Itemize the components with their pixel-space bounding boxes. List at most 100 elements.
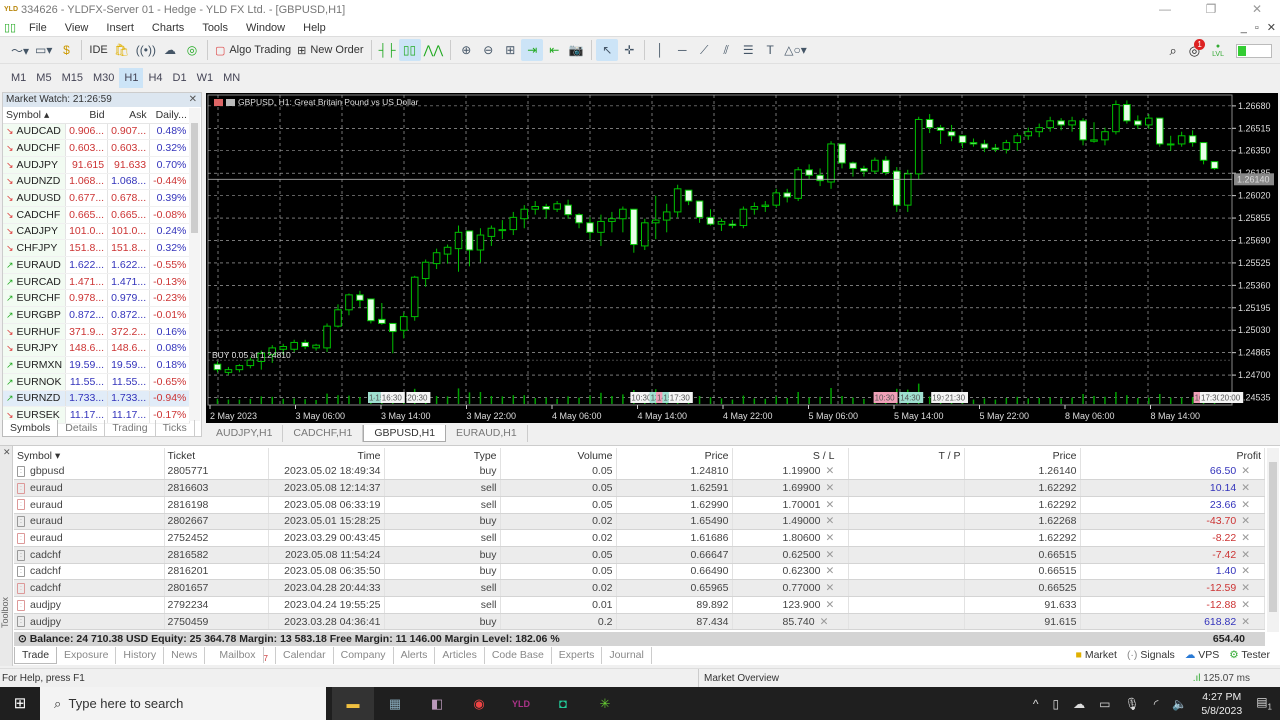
vps-cloud-icon[interactable]: ☁ xyxy=(159,39,181,61)
column-header-price[interactable]: Price xyxy=(616,448,733,463)
close-position-icon[interactable]: ✕ xyxy=(1241,565,1250,577)
tab-details[interactable]: Details xyxy=(58,420,106,437)
take-profit[interactable] xyxy=(848,613,965,631)
close-icon[interactable]: ✕ xyxy=(3,447,11,458)
tab-experts[interactable]: Experts xyxy=(552,647,603,664)
tile-windows-icon[interactable]: ⊞ xyxy=(499,39,521,61)
tab-mailbox[interactable]: Mailbox 7 xyxy=(205,647,276,664)
onedrive-icon[interactable]: ☁ xyxy=(1073,697,1085,711)
tab-alerts[interactable]: Alerts xyxy=(394,647,436,664)
tab-exposure[interactable]: Exposure xyxy=(57,647,117,664)
timeframe-m15[interactable]: M15 xyxy=(57,68,88,88)
chart-tab-cadchf[interactable]: CADCHF,H1 xyxy=(283,425,364,442)
tab-trading[interactable]: Trading xyxy=(105,420,156,437)
community-add-icon[interactable]: ◎ xyxy=(181,39,203,61)
mdi-restore-button[interactable]: ▫ xyxy=(1255,19,1259,37)
market-watch-row[interactable]: ↘ AUDNZD 1.068... 1.068... -0.44% xyxy=(3,173,191,191)
stop-loss[interactable]: 0.77000 xyxy=(783,582,821,594)
tab-company[interactable]: Company xyxy=(334,647,394,664)
menu-view[interactable]: View xyxy=(56,22,98,34)
stop-loss[interactable]: 123.900 xyxy=(783,599,821,611)
timeframe-h4[interactable]: H4 xyxy=(143,68,167,88)
column-header-daily[interactable]: Daily... xyxy=(149,107,190,124)
indicators-dropdown[interactable]: 〜▾ xyxy=(8,39,32,61)
candlestick-chart[interactable]: 1.266801.265151.263501.261851.260201.258… xyxy=(206,93,1278,423)
close-position-icon[interactable]: ✕ xyxy=(1241,616,1250,628)
close-position-icon[interactable]: ✕ xyxy=(1241,582,1250,594)
wallet-icon[interactable]: $ xyxy=(55,39,77,61)
stop-loss[interactable]: 0.62500 xyxy=(783,549,821,561)
chart-tab-euraud[interactable]: EURAUD,H1 xyxy=(446,425,528,442)
trade-row[interactable]: : euraud 2816198 2023.05.08 06:33:19 sell 0.0… xyxy=(14,496,1265,514)
crosshair-icon[interactable]: ✛ xyxy=(618,39,640,61)
market-watch-row[interactable]: ↗ EURNZD 1.733... 1.733... -0.94% xyxy=(3,390,191,408)
take-profit[interactable] xyxy=(848,529,965,547)
tab-history[interactable]: History xyxy=(116,647,165,664)
zoom-in-icon[interactable]: ⊕ xyxy=(455,39,477,61)
chart-tab-gbpusd[interactable]: GBPUSD,H1 xyxy=(363,425,447,442)
market-overview-label[interactable]: Market Overview xyxy=(698,669,779,688)
close-icon[interactable]: ✕ xyxy=(189,93,197,107)
one-click-trading-icon[interactable] xyxy=(214,98,223,106)
timeframe-w1[interactable]: W1 xyxy=(192,68,219,88)
trades-scrollbar[interactable] xyxy=(1267,448,1279,632)
market-watch-row[interactable]: ↘ AUDCAD 0.906... 0.907... 0.48% xyxy=(3,123,191,141)
trade-row[interactable]: : cadchf 2801657 2023.04.28 20:44:33 sell 0.0… xyxy=(14,579,1265,597)
tab-trade[interactable]: Trade xyxy=(14,647,58,664)
tab-articles[interactable]: Articles xyxy=(435,647,485,664)
remove-sl-icon[interactable]: ✕ xyxy=(825,565,834,577)
text-icon[interactable]: T xyxy=(759,39,781,61)
stop-loss[interactable]: 1.49000 xyxy=(783,515,821,527)
remove-sl-icon[interactable]: ✕ xyxy=(825,465,834,477)
remove-sl-icon[interactable]: ✕ xyxy=(825,549,834,561)
autoscroll-icon[interactable]: ⇥ xyxy=(521,39,544,61)
trendline-icon[interactable]: ⟋ xyxy=(693,39,715,61)
close-position-icon[interactable]: ✕ xyxy=(1241,465,1250,477)
app-green-icon[interactable]: ◘ xyxy=(542,687,584,720)
mdi-minimize-button[interactable]: _ xyxy=(1241,19,1247,37)
battery-icon[interactable]: ▭ xyxy=(1099,697,1110,711)
tab-ticks[interactable]: Ticks xyxy=(156,420,195,437)
market-watch-row[interactable]: ↗ EURCHF 0.978... 0.979... -0.23% xyxy=(3,289,191,308)
column-header-ask[interactable]: Ask xyxy=(107,107,150,124)
chart-shift-icon[interactable]: ⇤ xyxy=(543,39,565,61)
tab-journal[interactable]: Journal xyxy=(602,647,652,664)
take-profit[interactable] xyxy=(848,463,965,481)
vertical-line-icon[interactable]: │ xyxy=(649,39,671,61)
close-position-icon[interactable]: ✕ xyxy=(1241,549,1250,561)
column-header-type[interactable]: Type xyxy=(384,448,501,463)
timeframe-d1[interactable]: D1 xyxy=(168,68,192,88)
market-watch-row[interactable]: ↘ AUDJPY 91.615 91.633 0.70% xyxy=(3,156,191,174)
stop-loss[interactable]: 1.69900 xyxy=(783,482,821,494)
chart-templates-dropdown[interactable]: ▭▾ xyxy=(32,39,55,61)
timeframe-m30[interactable]: M30 xyxy=(88,68,119,88)
market-watch-row[interactable]: ↘ EURHUF 371.9... 372.2... 0.16% xyxy=(3,323,191,341)
timeframe-m5[interactable]: M5 xyxy=(31,68,56,88)
line-chart-icon[interactable]: ⋀⋀ xyxy=(421,39,447,61)
show-hidden-icons[interactable]: ^ xyxy=(1033,697,1039,711)
close-position-icon[interactable]: ✕ xyxy=(1241,482,1250,494)
tab-calendar[interactable]: Calendar xyxy=(276,647,334,664)
tab-symbols[interactable]: Symbols xyxy=(2,420,59,437)
new-order-button[interactable]: ⊞ New Order xyxy=(294,39,366,61)
trade-row[interactable]: : audjpy 2792234 2023.04.24 19:55:25 sell 0.0… xyxy=(14,596,1265,614)
notifications-icon[interactable]: ◎ 1 xyxy=(1189,38,1206,59)
metatrader-icon[interactable]: ✳ xyxy=(584,687,626,720)
screenshot-icon[interactable]: 📷 xyxy=(565,39,587,61)
menu-charts[interactable]: Charts xyxy=(143,22,193,34)
trade-row[interactable]: : cadchf 2816582 2023.05.08 11:54:24 buy 0.05… xyxy=(14,546,1265,564)
close-position-icon[interactable]: ✕ xyxy=(1241,599,1250,611)
action-center-icon[interactable]: ▤1 xyxy=(1256,695,1272,711)
chrome-icon[interactable]: ◉ xyxy=(458,687,500,720)
tab-code-base[interactable]: Code Base xyxy=(485,647,552,664)
take-profit[interactable] xyxy=(848,479,965,497)
column-header-current-price[interactable]: Price xyxy=(964,448,1081,463)
take-profit[interactable] xyxy=(848,546,965,564)
trade-row[interactable]: : euraud 2816603 2023.05.08 12:14:37 sell 0.0… xyxy=(14,479,1265,497)
take-profit[interactable] xyxy=(848,563,965,581)
price-chart[interactable]: 1.26680 1.26515 1.26350 1.26185 1.26020 1.258… xyxy=(206,93,1278,423)
trade-row[interactable]: : audjpy 2750459 2023.03.28 04:36:41 buy 0.2 8… xyxy=(14,613,1265,631)
bar-chart-icon[interactable]: ┤├ xyxy=(376,39,399,61)
yld-fx-icon[interactable]: YLD xyxy=(500,687,542,720)
menu-file[interactable]: File xyxy=(20,22,56,34)
